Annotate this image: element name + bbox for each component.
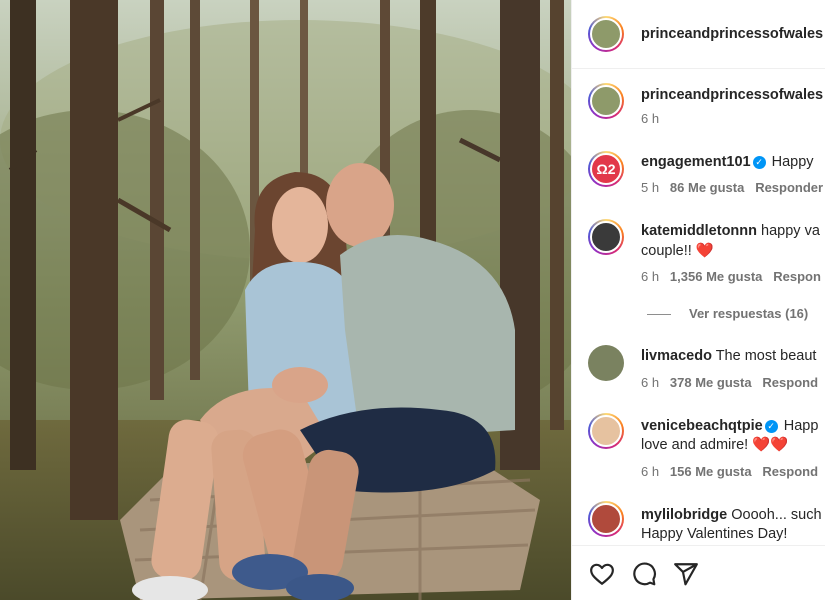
comment-text: The most beaut <box>715 348 817 364</box>
verified-badge-icon: ✓ <box>752 156 766 169</box>
comment-likes[interactable]: 156 Me gusta <box>670 464 752 479</box>
reply-link[interactable]: Responder <box>755 180 823 195</box>
comment-time: 5 h <box>641 180 660 195</box>
post-header: princeandprincessofwales <box>572 0 825 69</box>
comment-body: venicebeachqtpie ✓ Happ <box>641 416 818 436</box>
comment-avatar[interactable]: Ω2 <box>588 151 624 187</box>
comment-text: happy va <box>761 223 820 239</box>
comments-list[interactable]: princeandprincessofwales 6 h Ω2 engageme… <box>572 69 825 545</box>
post-actions-bar <box>572 545 825 601</box>
replies-divider <box>647 314 671 315</box>
account-avatar[interactable] <box>588 16 624 52</box>
reply-link[interactable]: Respond <box>762 375 818 390</box>
engagement101-logo: Ω2 <box>596 161 616 177</box>
comment-text-line2: Happy Valentines Day! <box>641 526 788 542</box>
comment-text: Ooooh... such <box>731 507 822 523</box>
comment-icon[interactable] <box>631 561 657 587</box>
comment-avatar[interactable] <box>588 501 624 537</box>
comment-username[interactable]: mylilobridge <box>641 507 727 523</box>
heart-outline-icon[interactable] <box>589 561 615 587</box>
view-replies-button[interactable]: Ver respuestas (16) <box>689 306 808 321</box>
comment-likes[interactable]: 1,356 Me gusta <box>670 269 763 284</box>
comment-time: 6 h <box>641 375 660 390</box>
comment-avatar[interactable] <box>588 413 624 449</box>
comment-meta: 6 h 1,356 Me gusta Respon <box>641 269 821 284</box>
caption-username[interactable]: princeandprincessofwales <box>641 87 823 103</box>
caption-time: 6 h <box>641 111 660 126</box>
post-side-panel: princeandprincessofwales princeandprince… <box>571 0 825 600</box>
comment-time: 6 h <box>641 269 660 284</box>
comment-text: Happy <box>771 154 814 170</box>
reply-link[interactable]: Respon <box>773 269 821 284</box>
comment-text-line2: couple!! ❤️ <box>641 243 714 259</box>
comment-text-line2: love and admire! ❤️❤️ <box>641 437 789 453</box>
comment-avatar[interactable] <box>588 345 624 381</box>
comment-meta: 6 h 378 Me gusta Respond <box>641 375 818 390</box>
post-photo[interactable] <box>0 0 571 600</box>
post-photo-image <box>0 0 571 600</box>
caption-avatar[interactable] <box>588 83 624 119</box>
verified-badge-icon: ✓ <box>764 420 778 433</box>
header-username[interactable]: princeandprincessofwales <box>641 26 823 42</box>
comment-username[interactable]: livmacedo <box>641 348 712 364</box>
comment-body: katemiddletonnn happy va <box>641 221 820 241</box>
comment-username[interactable]: katemiddletonnn <box>641 223 757 239</box>
comment-username[interactable]: venicebeachqtpie <box>641 418 763 434</box>
comment-likes[interactable]: 86 Me gusta <box>670 180 744 195</box>
comment-meta: 5 h 86 Me gusta Responder <box>641 180 823 195</box>
comment-body: engagement101 ✓ Happy <box>641 152 814 172</box>
comment-avatar[interactable] <box>588 219 624 255</box>
comment-likes[interactable]: 378 Me gusta <box>670 375 752 390</box>
reply-link[interactable]: Respond <box>762 464 818 479</box>
comment-text: Happ <box>783 418 819 434</box>
comment-body: livmacedo The most beaut <box>641 346 816 366</box>
comment-username[interactable]: engagement101 <box>641 154 751 170</box>
comment-body: mylilobridge Ooooh... such <box>641 505 822 525</box>
share-icon[interactable] <box>673 561 699 587</box>
comment-time: 6 h <box>641 464 660 479</box>
comment-meta: 6 h 156 Me gusta Respond <box>641 464 818 479</box>
